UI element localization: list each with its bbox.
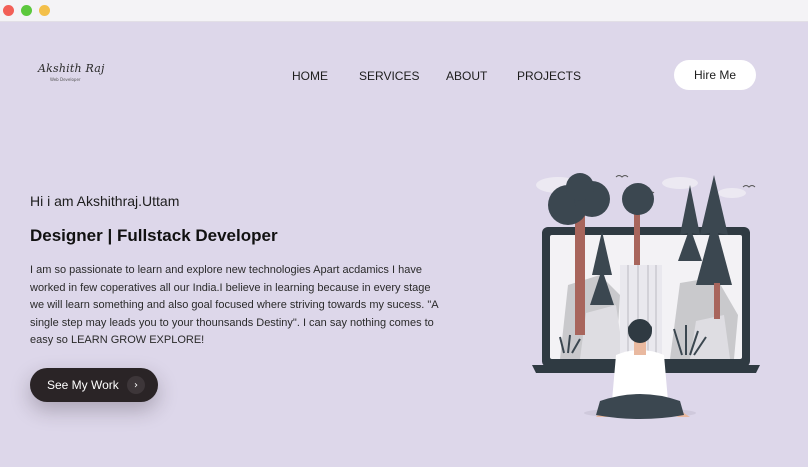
chevron-right-icon: › [127,376,145,394]
nav-item-home[interactable]: HOME [292,69,328,83]
hero-bio: I am so passionate to learn and explore … [30,264,439,346]
window-titlebar [0,0,808,22]
developer-laptop-illustration [532,173,760,419]
hero-greeting: Hi i am Akshithraj.Uttam [30,193,180,209]
hero-role: Designer | Fullstack Developer [30,226,278,245]
zoom-window-button[interactable] [39,5,50,16]
hire-me-button[interactable]: Hire Me [674,60,756,90]
minimize-window-button[interactable] [21,5,32,16]
see-my-work-button[interactable]: See My Work › [30,368,158,402]
site-logo[interactable]: Akshith Raj Web Developer [36,60,104,90]
close-window-button[interactable] [3,5,14,16]
nav-item-about[interactable]: ABOUT [446,69,487,83]
nav-item-services[interactable]: SERVICES [359,69,419,83]
logo-name: Akshith Raj [38,62,105,75]
logo-tagline: Web Developer [50,77,81,82]
nav-item-projects[interactable]: PROJECTS [517,69,581,83]
see-my-work-label: See My Work [47,378,119,392]
